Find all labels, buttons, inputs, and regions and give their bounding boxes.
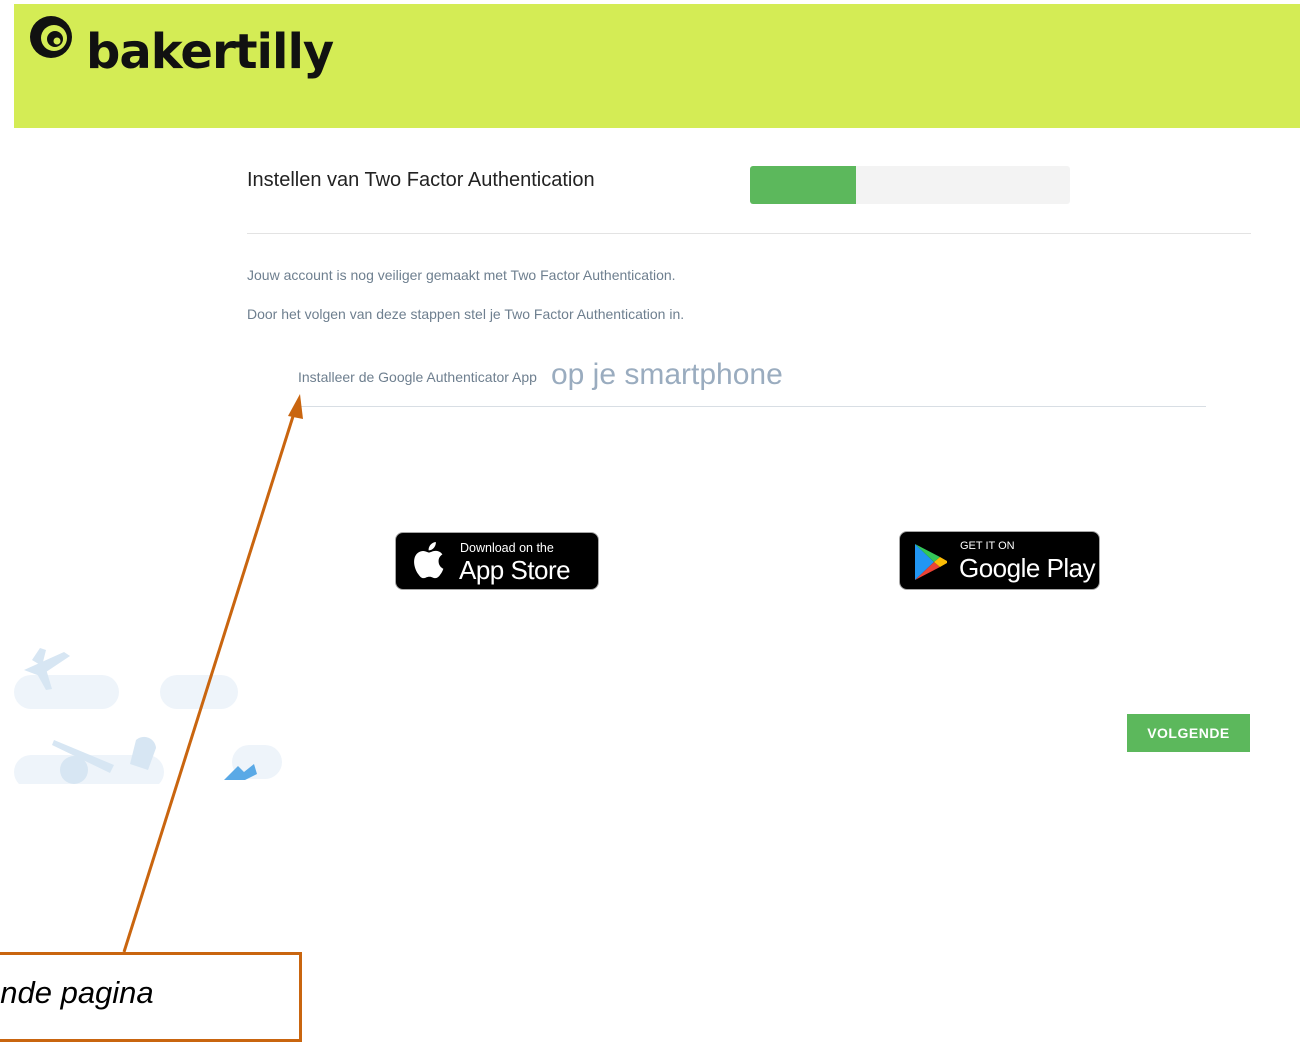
google-play-small-label: GET IT ON — [960, 540, 1015, 552]
brand-wordmark: bakertilly — [86, 24, 334, 80]
step-label: Installeer de Google Authenticator App — [298, 369, 537, 385]
app-store-button[interactable]: Download on the App Store — [395, 532, 599, 590]
intro-text-2: Door het volgen van deze stappen stel je… — [247, 306, 685, 322]
page-title: Instellen van Two Factor Authentication — [247, 169, 595, 191]
divider — [247, 233, 1251, 234]
header-bar: bakertilly — [14, 4, 1300, 128]
google-play-icon — [915, 544, 947, 580]
annotation-arrow — [122, 394, 303, 953]
app-store-small-label: Download on the — [460, 541, 554, 555]
google-play-label: Google Play — [959, 553, 1096, 583]
next-button[interactable]: VOLGENDE — [1127, 714, 1250, 752]
step-label-large: op je smartphone — [550, 358, 783, 391]
bakertilly-swirl-logo-icon — [30, 16, 72, 58]
google-play-button[interactable]: GET IT ON Google Play — [899, 531, 1100, 590]
annotation-text: ende pagina — [0, 975, 154, 1010]
step-divider — [298, 406, 1206, 407]
progress-bar — [750, 166, 1070, 204]
apple-icon — [414, 542, 444, 579]
step-heading: Installeer de Google Authenticator App op… — [298, 358, 783, 392]
intro-text-1: Jouw account is nog veiliger gemaakt met… — [247, 267, 676, 283]
travel-illustration — [14, 648, 282, 784]
progress-bar-fill — [750, 166, 856, 204]
annotation-callout: ende pagina — [0, 952, 302, 1042]
app-store-label: App Store — [459, 555, 571, 585]
